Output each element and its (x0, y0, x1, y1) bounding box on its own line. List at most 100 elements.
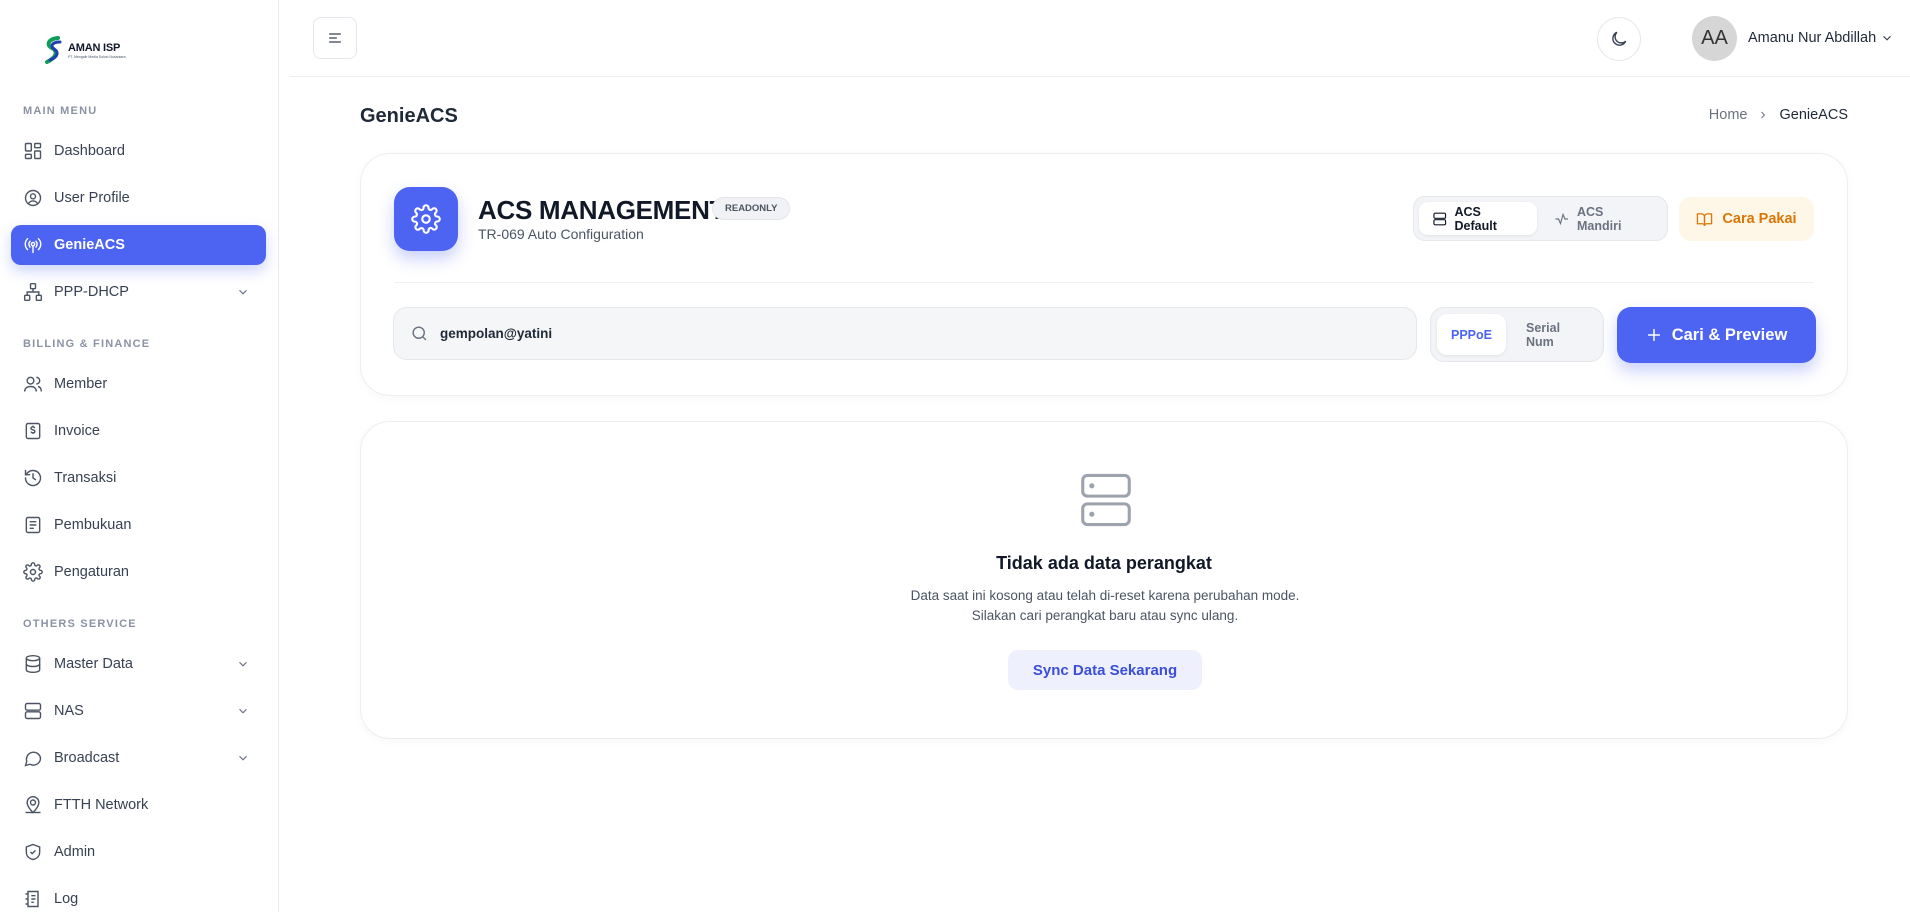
logo-mark-icon (45, 36, 62, 64)
empty-state-title: Tidak ada data perangkat (996, 553, 1212, 573)
brand-name: AMAN ISP (68, 41, 121, 54)
sidebar-item-label: NAS (54, 703, 84, 719)
sidebar-item-admin[interactable]: Admin (11, 832, 266, 872)
gear-icon (411, 204, 441, 234)
sidebar-item-dashboard[interactable]: Dashboard (11, 131, 266, 171)
server-icon (1081, 473, 1131, 527)
mode-label: ACS Default (1454, 204, 1497, 233)
sidebar-item-transaksi[interactable]: Transaksi (11, 458, 266, 498)
chevron-down-icon (239, 289, 247, 295)
acs-subtitle: TR-069 Auto Configuration (478, 226, 644, 242)
theme-toggle-button[interactable] (1597, 17, 1641, 61)
sidebar-item-label: PPP-DHCP (54, 284, 129, 300)
search-type-toggle: PPPoE Serial Num (1430, 307, 1604, 362)
sidebar-item-genieacs[interactable]: GenieACS (11, 225, 266, 265)
sidebar-item-label: Member (54, 376, 108, 392)
map-pin-user-icon (25, 795, 41, 814)
search-input[interactable] (440, 326, 1340, 341)
invoice-icon (25, 422, 41, 440)
moon-icon (1612, 31, 1627, 46)
mode-label: ACS Mandiri (1576, 204, 1622, 233)
server-icon (1433, 212, 1447, 225)
brand-logo[interactable]: AMAN ISP PT. Mengalir Media Solusi Nusan… (42, 36, 126, 64)
chevron-down-icon (239, 708, 247, 714)
sidebar-item-label: FTTH Network (54, 797, 149, 813)
sidebar-item-label: Admin (54, 844, 96, 860)
sidebar-item-user-profile[interactable]: User Profile (11, 178, 266, 218)
cari-preview-label: Cari & Preview (1671, 325, 1788, 344)
user-name[interactable]: Amanu Nur Abdillah (1748, 30, 1876, 46)
divider (394, 282, 1814, 283)
chevron-right-icon (1761, 111, 1766, 119)
sidebar-item-label: Invoice (54, 423, 100, 439)
acs-logo (394, 187, 458, 251)
page-title: GenieACS (360, 105, 458, 127)
user-circle-icon (24, 189, 42, 207)
cari-preview-button[interactable]: Cari & Preview (1617, 307, 1816, 363)
section-title-billing: BILLING & FINANCE (23, 338, 151, 350)
plus-icon (1647, 328, 1660, 342)
cara-pakai-label: Cara Pakai (1722, 211, 1797, 227)
sidebar-item-broadcast[interactable]: Broadcast (11, 738, 266, 778)
mode-acs-default[interactable]: ACS Default (1419, 202, 1538, 235)
broadcast-icon (24, 238, 42, 254)
sidebar-item-nas[interactable]: NAS (11, 691, 266, 731)
activity-icon (1555, 212, 1569, 225)
shield-check-icon (25, 843, 41, 861)
sidebar-item-pembukuan[interactable]: Pembukuan (11, 505, 266, 545)
chat-icon (24, 751, 42, 767)
chevron-down-icon (239, 661, 247, 667)
topbar: AA Amanu Nur Abdillah (290, 0, 1910, 77)
sidebar-item-ftth-network[interactable]: FTTH Network (11, 785, 266, 825)
chevron-down-icon (239, 755, 247, 761)
empty-state-card: Tidak ada data perangkat Data saat ini k… (360, 421, 1848, 739)
sidebar-item-label: Broadcast (54, 750, 120, 766)
sidebar-item-invoice[interactable]: Invoice (11, 411, 266, 451)
chevron-down-icon[interactable] (1880, 31, 1894, 45)
network-icon (23, 282, 43, 302)
users-icon (23, 376, 43, 392)
section-title-others: OTHERS SERVICE (23, 618, 137, 630)
sidebar-item-log[interactable]: Log (11, 879, 266, 912)
search-type-pppoe[interactable]: PPPoE (1437, 314, 1506, 355)
acs-mode-toggle: ACS Default ACS Mandiri (1413, 196, 1668, 241)
acs-title: ACS MANAGEMENT (478, 195, 726, 225)
search-box (393, 307, 1417, 360)
breadcrumb-home[interactable]: Home (1709, 107, 1748, 123)
brand-tagline: PT. Mengalir Media Solusi Nusantara (68, 54, 126, 59)
sidebar-item-label: Pengaturan (54, 564, 129, 580)
menu-toggle-button[interactable] (313, 17, 357, 59)
search-type-serial[interactable]: Serial Num (1512, 314, 1597, 355)
sidebar-item-label: Transaksi (54, 470, 117, 486)
sidebar-item-label: Dashboard (54, 143, 125, 159)
sidebar-item-member[interactable]: Member (11, 364, 266, 404)
book-open-icon (1697, 212, 1713, 226)
breadcrumb: Home GenieACS (1709, 107, 1848, 123)
section-title-main-menu: MAIN MENU (23, 105, 98, 117)
sidebar-item-master-data[interactable]: Master Data (11, 644, 266, 684)
sidebar-item-label: Log (54, 891, 79, 907)
history-icon (24, 469, 42, 487)
empty-state-description: Data saat ini kosong atau telah di-reset… (910, 588, 1300, 623)
gear-icon (23, 562, 43, 582)
hamburger-icon (329, 33, 341, 43)
server-icon (24, 702, 42, 720)
mode-acs-mandiri[interactable]: ACS Mandiri (1541, 202, 1662, 235)
cara-pakai-button[interactable]: Cara Pakai (1679, 197, 1814, 241)
acs-management-card: ACS MANAGEMENT READONLY TR-069 Auto Conf… (360, 153, 1848, 396)
breadcrumb-current: GenieACS (1779, 107, 1848, 123)
readonly-badge: READONLY (712, 197, 791, 220)
sidebar-item-ppp-dhcp[interactable]: PPP-DHCP (11, 272, 266, 312)
sidebar-item-label: Master Data (54, 656, 133, 672)
dashboard-icon (24, 142, 42, 160)
sidebar-item-label: Pembukuan (54, 517, 132, 533)
sidebar-item-label: User Profile (54, 190, 130, 206)
avatar[interactable]: AA (1692, 16, 1737, 61)
sync-data-button[interactable]: Sync Data Sekarang (1008, 650, 1202, 690)
database-icon (25, 654, 41, 674)
sidebar-item-label: GenieACS (54, 237, 125, 253)
search-icon (412, 326, 427, 341)
log-icon (25, 890, 39, 908)
sidebar: AMAN ISP PT. Mengalir Media Solusi Nusan… (0, 0, 279, 912)
sidebar-item-pengaturan[interactable]: Pengaturan (11, 552, 266, 592)
